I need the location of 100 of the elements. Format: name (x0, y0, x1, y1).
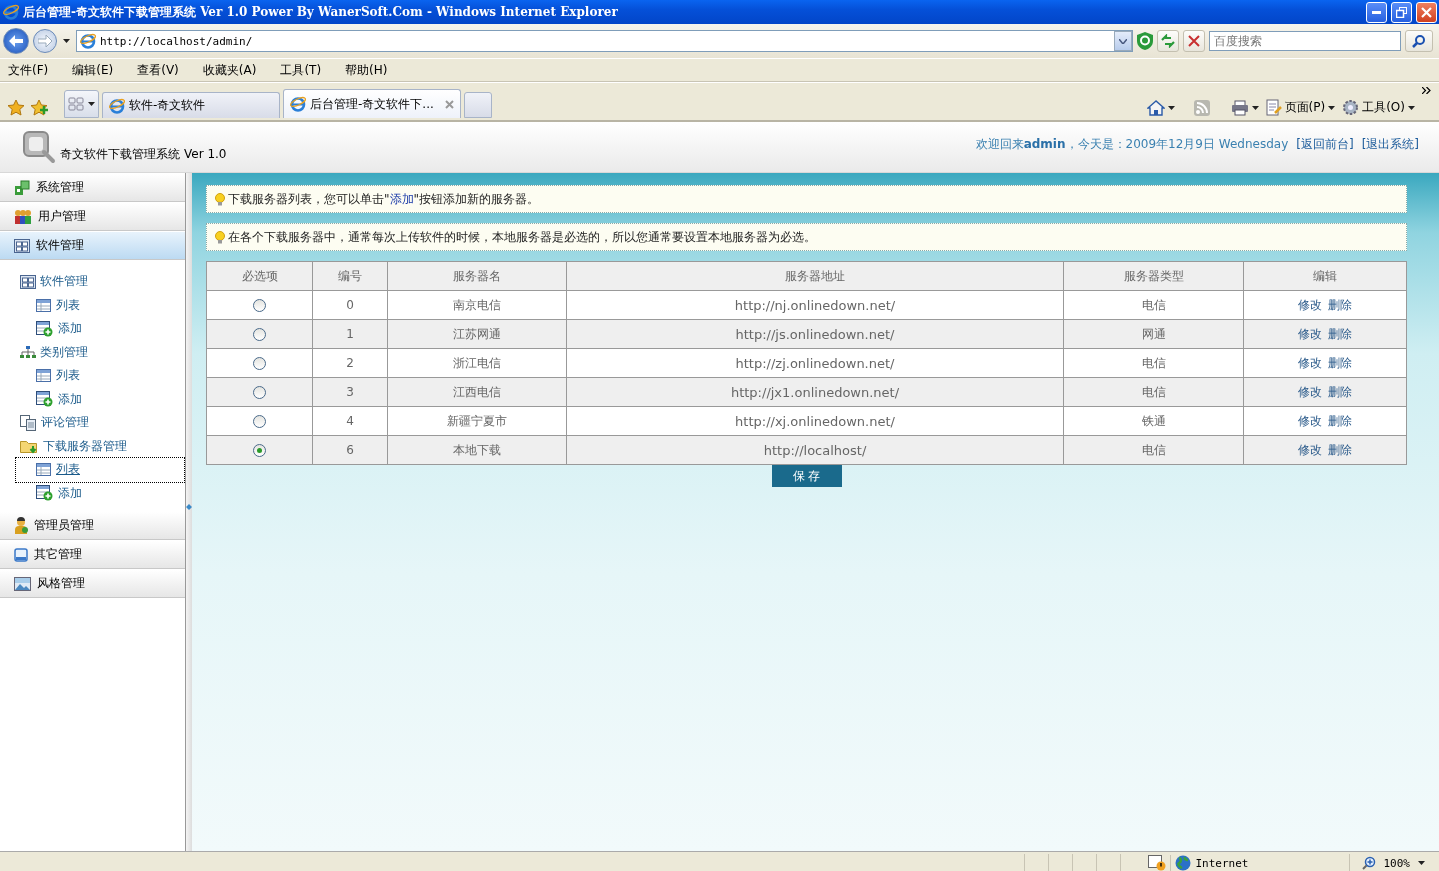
row-action-link[interactable]: 修改 (1298, 384, 1322, 399)
star-plus-icon (31, 100, 49, 116)
tree-group-link[interactable]: 评论管理 (0, 411, 185, 435)
back-button[interactable] (3, 28, 29, 54)
zoom-button[interactable]: 100% (1348, 854, 1435, 871)
page-ie-icon (80, 33, 96, 49)
caret-icon (1167, 106, 1175, 110)
lightbulb-icon (215, 230, 225, 244)
table-cell: 0 (312, 290, 388, 320)
forward-arrow-icon (38, 35, 52, 47)
caret-icon (1418, 861, 1425, 865)
system-name: 奇文软件下载管理系统 (60, 145, 180, 163)
tree-item-link[interactable]: 列表 (16, 458, 184, 482)
zoom-in-icon (1361, 856, 1376, 870)
history-dropdown-button[interactable] (61, 37, 72, 45)
row-action-link[interactable]: 删除 (1328, 297, 1352, 312)
column-header: 必选项 (206, 261, 313, 291)
row-action-link[interactable]: 修改 (1298, 442, 1322, 457)
address-field[interactable]: http://localhost/admin/ (76, 30, 1133, 52)
browser-tab[interactable]: 软件-奇文软件 (102, 92, 280, 118)
column-header: 服务器类型 (1063, 261, 1244, 291)
header-link[interactable]: [返回前台] (1296, 135, 1354, 153)
tree-item-link[interactable]: 列表 (16, 293, 184, 317)
table-icon (36, 298, 51, 312)
tree-item-link[interactable]: 列表 (16, 364, 184, 388)
caret-icon (1251, 106, 1259, 110)
gear-icon (1342, 99, 1360, 116)
table-cell: 网通 (1063, 319, 1244, 349)
table-cell: 新疆宁夏市 (387, 406, 567, 436)
row-action-link[interactable]: 修改 (1298, 355, 1322, 370)
column-header: 服务器地址 (566, 261, 1064, 291)
column-header: 编号 (312, 261, 388, 291)
radio-button[interactable] (253, 299, 266, 312)
radio-button[interactable] (253, 444, 266, 457)
browser-tab[interactable]: 后台管理-奇文软件下... (283, 89, 461, 118)
refresh-button[interactable] (1157, 30, 1179, 52)
tree-group-link[interactable]: 软件管理 (0, 270, 185, 294)
add-favorite-button[interactable] (29, 98, 51, 118)
menu-item[interactable]: 收藏夹(A) (196, 59, 263, 81)
page-menu-button[interactable]: 页面(P) (1263, 97, 1338, 118)
sidebar-section[interactable]: 软件管理 (0, 231, 185, 260)
search-button[interactable] (1405, 30, 1433, 52)
radio-button[interactable] (253, 328, 266, 341)
row-action-link[interactable]: 修改 (1298, 413, 1322, 428)
version-label: Ver 1.0 (184, 147, 227, 161)
table-cell: 南京电信 (387, 290, 567, 320)
table-cell: 电信 (1063, 377, 1244, 407)
double-chevron-icon (1422, 87, 1431, 94)
row-action-link[interactable]: 删除 (1328, 413, 1352, 428)
grid-window-icon (14, 238, 30, 253)
stop-button[interactable] (1183, 30, 1205, 52)
grid-icon (68, 97, 84, 111)
chevron-down-icon[interactable] (1119, 38, 1127, 44)
search-field[interactable]: 百度搜索 (1209, 31, 1401, 51)
tree-group-link[interactable]: 下载服务器管理 (0, 434, 185, 458)
restore-button[interactable] (1391, 1, 1412, 23)
table-icon (36, 463, 51, 477)
tree-item-link[interactable]: 添加 (16, 387, 184, 411)
menu-item[interactable]: 工具(T) (274, 59, 328, 81)
menu-item[interactable]: 文件(F) (2, 59, 55, 81)
window-title: 后台管理-奇文软件下载管理系统 Ver 1.0 Power By WanerSoft.Com - Windows Internet Explorer (23, 3, 619, 21)
home-button[interactable] (1144, 98, 1177, 118)
row-action-link[interactable]: 删除 (1328, 326, 1352, 341)
table-icon (36, 369, 51, 383)
add-link[interactable]: 添加 (389, 191, 414, 206)
menu-item[interactable]: 查看(V) (131, 59, 185, 81)
close-tab-icon[interactable] (445, 99, 454, 109)
column-header: 编辑 (1243, 261, 1407, 291)
table-cell: http://xj.onlinedown.net/ (566, 406, 1064, 436)
more-chevron-icon[interactable] (1420, 85, 1433, 96)
favorites-button[interactable] (6, 98, 26, 118)
row-action-link[interactable]: 修改 (1298, 297, 1322, 312)
radio-button[interactable] (253, 357, 266, 370)
notice-text: 在各个下载服务器中，通常每次上传软件的时候，本地服务器是必选的，所以您通常要设置本地服务器为必选。 (228, 228, 816, 246)
tree-item-link[interactable]: 添加 (16, 317, 184, 341)
close-button[interactable] (1416, 1, 1437, 23)
folder-download-icon (20, 438, 39, 454)
tab-ie-icon (109, 97, 125, 114)
save-button[interactable]: 保 存 (771, 465, 842, 487)
table-cell: 浙江电信 (387, 348, 567, 378)
tools-menu-button[interactable]: 工具(O) (1340, 97, 1417, 118)
minimize-button[interactable] (1366, 1, 1387, 23)
notice-text: 下载服务器列表，您可以单击"添加"按钮添加新的服务器。 (228, 190, 540, 208)
radio-button[interactable] (253, 386, 266, 399)
table-cell: 铁通 (1063, 406, 1244, 436)
row-action-link[interactable]: 删除 (1328, 384, 1352, 399)
tree-group-link[interactable]: 类别管理 (0, 340, 185, 364)
row-action-link[interactable]: 删除 (1328, 355, 1352, 370)
hierarchy-icon (20, 346, 36, 359)
row-action-link[interactable]: 删除 (1328, 442, 1352, 457)
table-cell: 电信 (1063, 348, 1244, 378)
header-link[interactable]: [退出系统] (1361, 135, 1419, 153)
row-action-link[interactable]: 修改 (1298, 326, 1322, 341)
home-icon (1146, 100, 1165, 116)
menu-item[interactable]: 帮助(H) (339, 59, 394, 81)
tree-item-link[interactable]: 添加 (16, 481, 184, 505)
menu-item[interactable]: 编辑(E) (66, 59, 120, 81)
radio-button[interactable] (253, 415, 266, 428)
column-header: 服务器名 (387, 261, 567, 291)
add-table-icon (36, 320, 53, 337)
